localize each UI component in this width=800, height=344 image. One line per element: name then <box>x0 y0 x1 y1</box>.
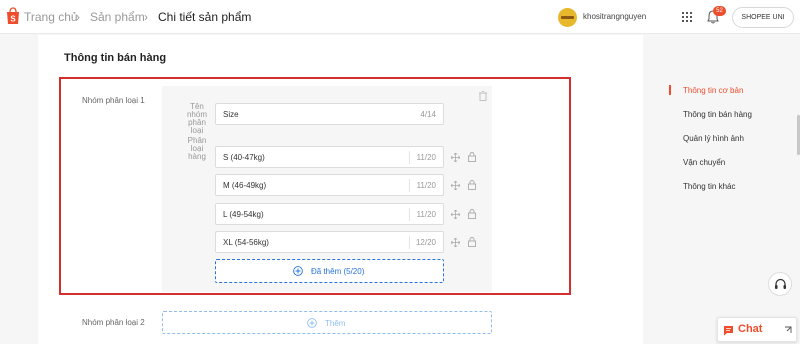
divider <box>409 236 410 249</box>
breadcrumb-separator-icon: › <box>76 10 80 24</box>
variation-name-input[interactable]: Size 4/14 <box>215 103 444 125</box>
username[interactable]: khositrangnguyen <box>583 12 646 21</box>
char-counter: 11/20 <box>416 153 436 162</box>
variation-name-value: Size <box>223 110 239 119</box>
option-value: S (40-47kg) <box>223 153 265 162</box>
add-group2-label: Thêm <box>325 319 346 328</box>
divider <box>409 179 410 192</box>
nav-item-basic-info[interactable]: Thông tin cơ bản <box>683 86 743 95</box>
nav-item-sales-info[interactable]: Thông tin bán hàng <box>683 110 752 119</box>
breadcrumb-products[interactable]: Sản phẩm <box>90 10 145 24</box>
option-value: L (49-54kg) <box>223 210 264 219</box>
breadcrumb-home[interactable]: Trang chủ <box>24 10 78 24</box>
lock-icon[interactable] <box>468 180 476 190</box>
lock-icon[interactable] <box>468 237 476 247</box>
lock-icon[interactable] <box>468 152 476 162</box>
drag-move-icon[interactable] <box>451 181 460 190</box>
option-value: XL (54-56kg) <box>223 238 269 247</box>
add-option-label: Đã thêm (5/20) <box>311 267 365 276</box>
drag-move-icon[interactable] <box>451 238 460 247</box>
option-input[interactable]: M (46-49kg) 11/20 <box>215 174 444 196</box>
char-counter: 12/20 <box>415 238 436 247</box>
option-input[interactable]: S (40-47kg) 11/20 <box>215 146 444 168</box>
expand-icon[interactable] <box>784 326 792 334</box>
notification-badge: 52 <box>713 6 726 16</box>
option-value: M (46-49kg) <box>223 181 267 190</box>
chat-bubble-icon <box>724 326 733 336</box>
plus-circle-icon <box>307 318 317 328</box>
add-group2-button[interactable]: Thêm <box>162 311 492 334</box>
divider <box>409 151 410 164</box>
plus-circle-icon <box>293 266 303 276</box>
apps-grid-icon[interactable] <box>682 12 692 22</box>
char-counter: 11/20 <box>416 210 436 219</box>
chat-button[interactable]: Chat <box>717 317 797 342</box>
chat-label: Chat <box>738 323 763 335</box>
trash-icon[interactable] <box>479 91 487 101</box>
char-counter: 4/14 <box>420 110 436 119</box>
option-input[interactable]: L (49-54kg) 11/20 <box>215 203 444 225</box>
support-button[interactable] <box>768 272 792 296</box>
shopee-logo-icon[interactable]: S <box>6 7 20 25</box>
nav-item-other-info[interactable]: Thông tin khác <box>683 182 735 191</box>
section-title: Thông tin bán hàng <box>64 52 167 64</box>
char-counter: 11/20 <box>416 181 436 190</box>
option-input[interactable]: XL (54-56kg) 12/20 <box>215 231 444 253</box>
nav-item-media[interactable]: Quản lý hình ảnh <box>683 134 744 143</box>
drag-move-icon[interactable] <box>451 153 460 162</box>
drag-move-icon[interactable] <box>451 210 460 219</box>
headset-icon <box>775 278 786 289</box>
breadcrumb-current: Chi tiết sản phẩm <box>158 10 252 24</box>
add-option-button[interactable]: Đã thêm (5/20) <box>215 259 444 283</box>
variation-options-label: Phân loại hàng <box>187 136 207 161</box>
svg-text:S: S <box>10 15 16 24</box>
lock-icon[interactable] <box>468 209 476 219</box>
group2-label: Nhóm phân loại 2 <box>82 318 145 327</box>
divider <box>409 208 410 221</box>
nav-active-marker <box>669 85 671 95</box>
breadcrumb-separator-icon: › <box>144 10 148 24</box>
group1-label: Nhóm phân loại 1 <box>82 96 145 105</box>
shopee-uni-button[interactable]: SHOPEE UNI <box>732 7 794 28</box>
top-header: S Trang chủ › Sản phẩm › Chi tiết sản ph… <box>0 0 800 34</box>
nav-item-shipping[interactable]: Vận chuyển <box>683 158 725 167</box>
avatar[interactable] <box>558 8 577 27</box>
variation-name-label: Tên nhóm phân loại <box>186 102 207 135</box>
